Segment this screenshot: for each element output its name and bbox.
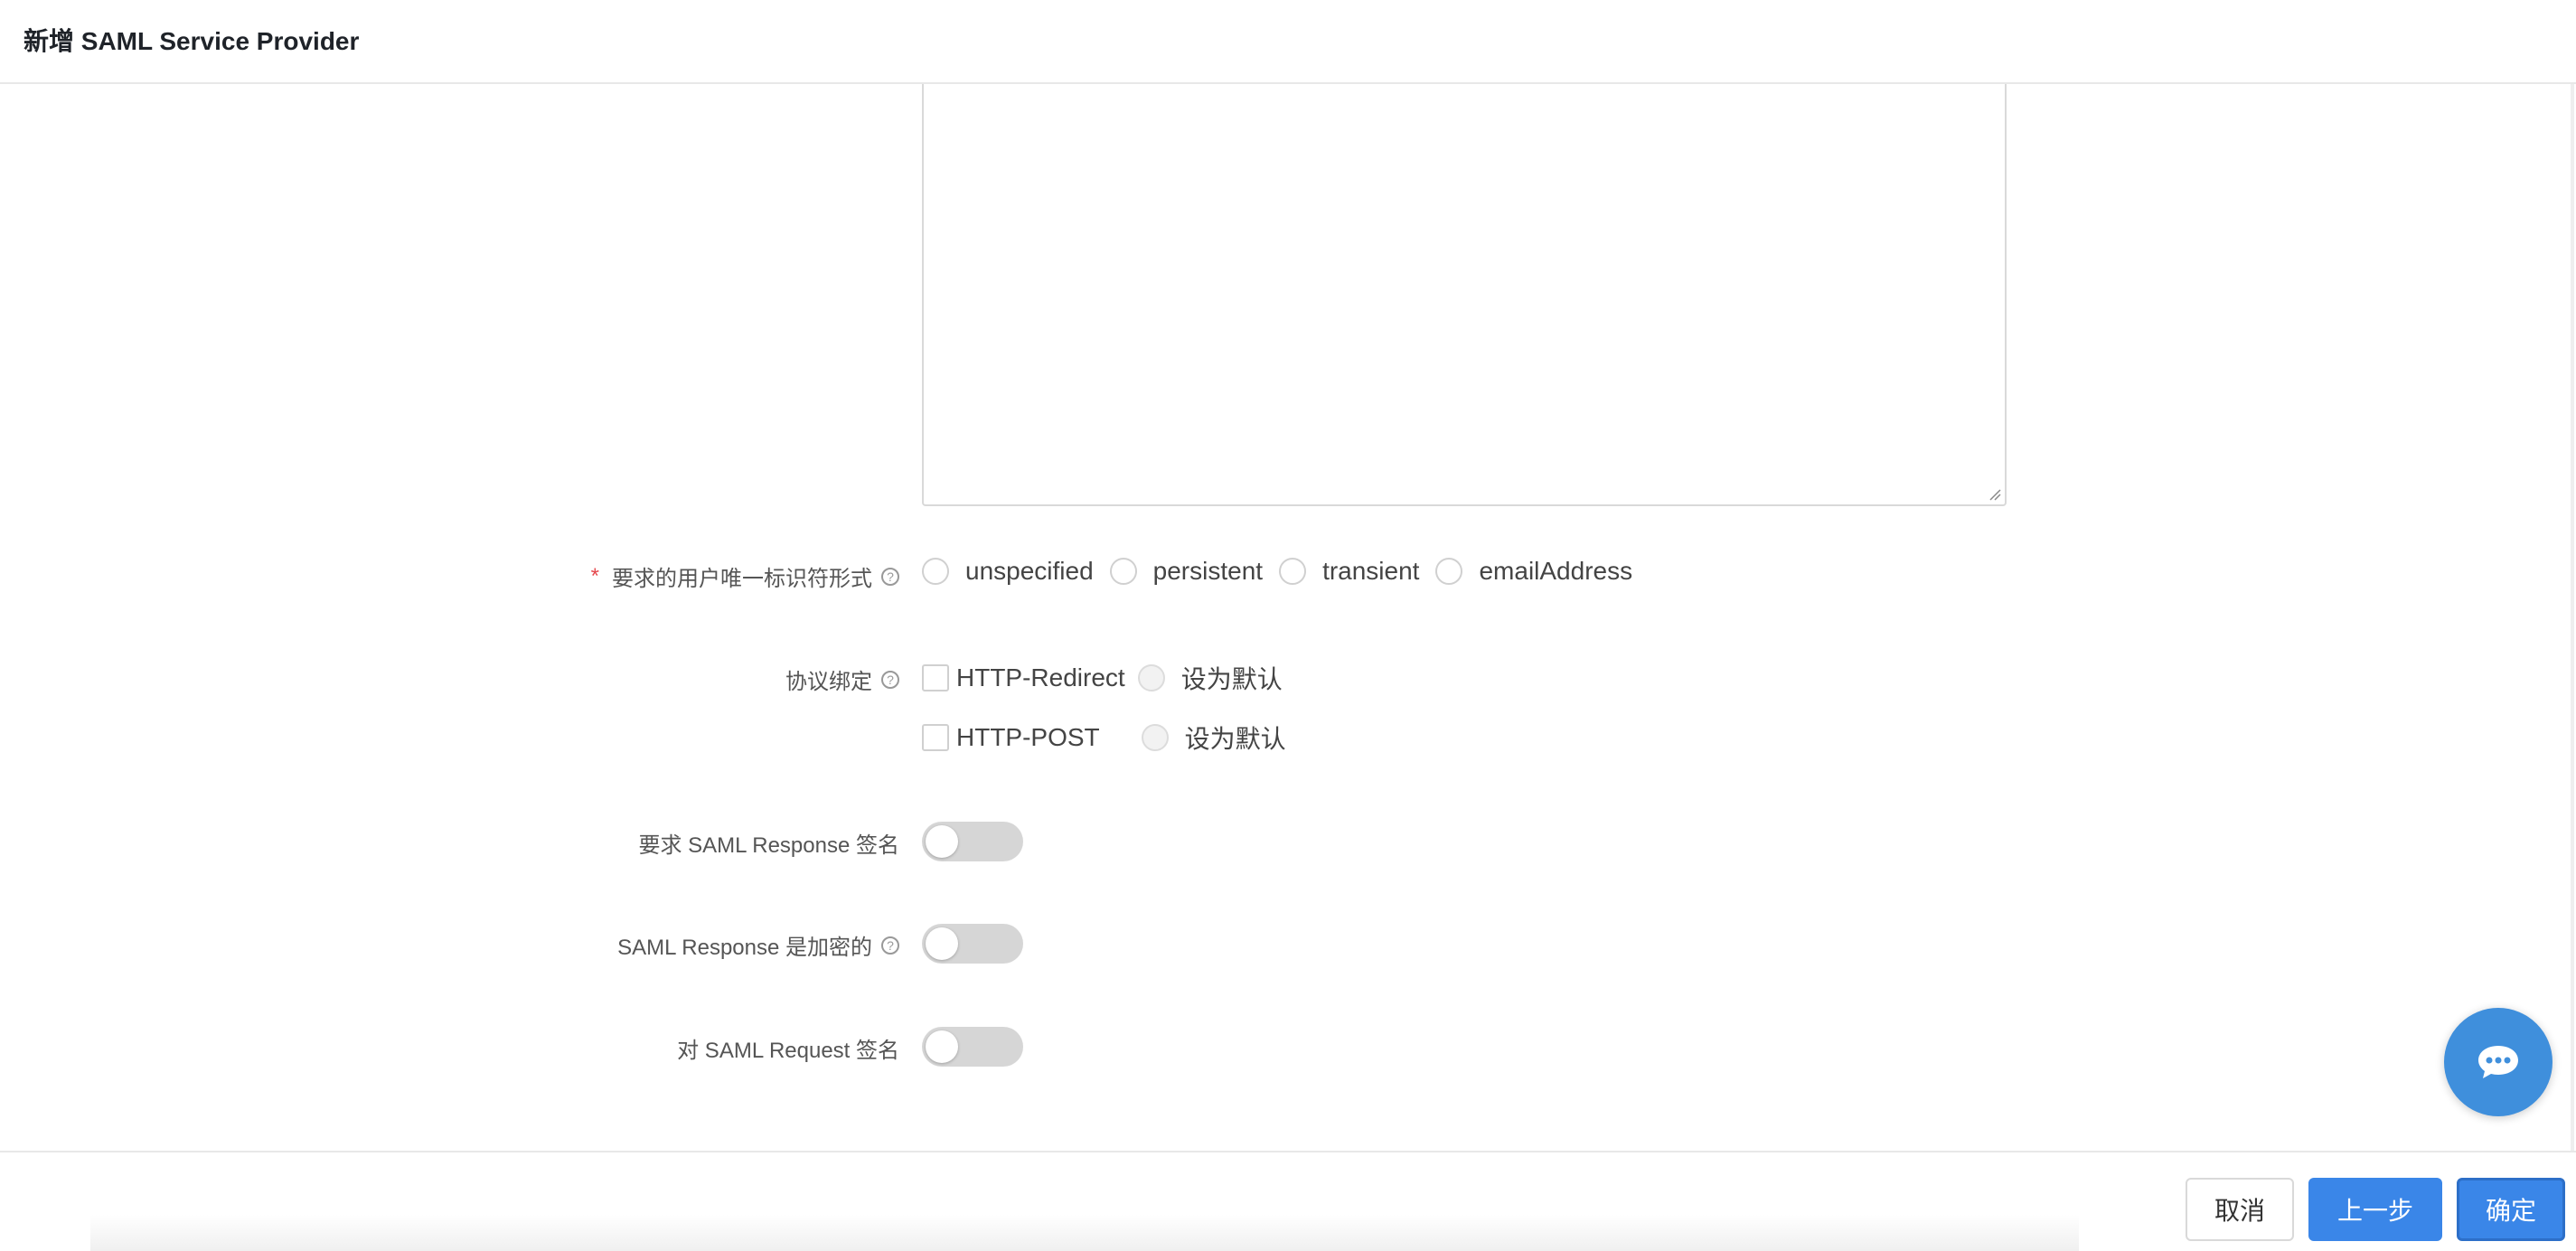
http-redirect-checkbox[interactable] [922,664,949,691]
radio-circle[interactable] [1279,558,1307,585]
question-circle-icon[interactable]: ? [881,936,899,955]
radio-label: transient [1322,557,1420,585]
http-post-label: HTTP-POST [956,723,1100,751]
radio-circle[interactable] [922,558,949,585]
chat-button[interactable] [2444,1008,2552,1116]
radio-emailaddress[interactable]: emailAddress [1435,557,1632,586]
sign-request-label: 对 SAML Request 签名 [677,1032,899,1064]
resize-grip-icon[interactable] [1987,486,2001,501]
page-title: 新增 SAML Service Provider [24,27,360,55]
radio-persistent[interactable]: persistent [1109,557,1264,586]
form-scroll-area[interactable]: * 要求的用户唯一标识符形式 ? unspecified persistent … [0,84,2576,1151]
question-circle-icon[interactable]: ? [881,567,899,586]
http-post-default-radio[interactable]: 设为默认 [1141,720,1286,756]
radio-label: emailAddress [1479,557,1633,585]
previous-step-button[interactable]: 上一步 [2308,1178,2442,1241]
name-id-format-radio-group: unspecified persistent transient emailAd… [922,557,1649,586]
binding-http-post: HTTP-POST 设为默认 [922,720,1302,756]
radio-circle[interactable] [1137,664,1165,691]
sign-request-switch[interactable] [922,1027,1023,1067]
radio-circle[interactable] [1141,724,1169,751]
http-redirect-default-radio[interactable]: 设为默认 [1137,660,1283,696]
radio-transient[interactable]: transient [1279,557,1419,586]
radio-circle[interactable] [1109,558,1137,585]
switch-knob [926,1030,958,1063]
cancel-button[interactable]: 取消 [2186,1178,2294,1241]
require-response-signed-switch[interactable] [922,822,1023,861]
radio-label: 设为默认 [1184,725,1286,753]
radio-label: unspecified [965,557,1094,585]
binding-label: 协议绑定 ? [785,663,899,695]
switch-knob [926,825,958,858]
http-post-checkbox[interactable] [922,724,949,751]
radio-unspecified[interactable]: unspecified [922,557,1094,586]
dialog-header: 新增 SAML Service Provider [0,0,2576,84]
chat-bubble-icon [2478,1046,2518,1078]
switch-knob [926,927,958,960]
dialog-footer: 取消 上一步 确定 [0,1151,2576,1251]
http-redirect-label: HTTP-Redirect [956,663,1125,691]
require-response-signed-label: 要求 SAML Response 签名 [638,827,899,859]
response-encrypted-switch[interactable] [922,924,1023,964]
name-id-format-label-text: 要求的用户唯一标识符形式 [612,567,872,591]
metadata-textarea[interactable] [922,84,2007,506]
radio-circle[interactable] [1435,558,1463,585]
radio-label: 设为默认 [1180,665,1283,693]
footer-shadow [90,1215,2079,1251]
name-id-format-label: * 要求的用户唯一标识符形式 ? [591,560,899,592]
radio-label: persistent [1152,557,1264,585]
response-encrypted-label: SAML Response 是加密的 ? [617,929,899,961]
require-response-signed-label-text: 要求 SAML Response 签名 [638,833,899,858]
question-circle-icon[interactable]: ? [881,670,899,689]
saml-sp-dialog: 新增 SAML Service Provider * 要求的用户唯一标识符形式 … [0,0,2576,1251]
vertical-scrollbar[interactable] [2571,84,2574,1151]
sign-request-label-text: 对 SAML Request 签名 [677,1039,899,1063]
binding-http-redirect: HTTP-Redirect 设为默认 [922,660,1299,696]
confirm-button[interactable]: 确定 [2457,1178,2565,1241]
binding-label-text: 协议绑定 [785,670,872,694]
response-encrypted-label-text: SAML Response 是加密的 [617,936,872,960]
required-mark: * [590,563,599,588]
